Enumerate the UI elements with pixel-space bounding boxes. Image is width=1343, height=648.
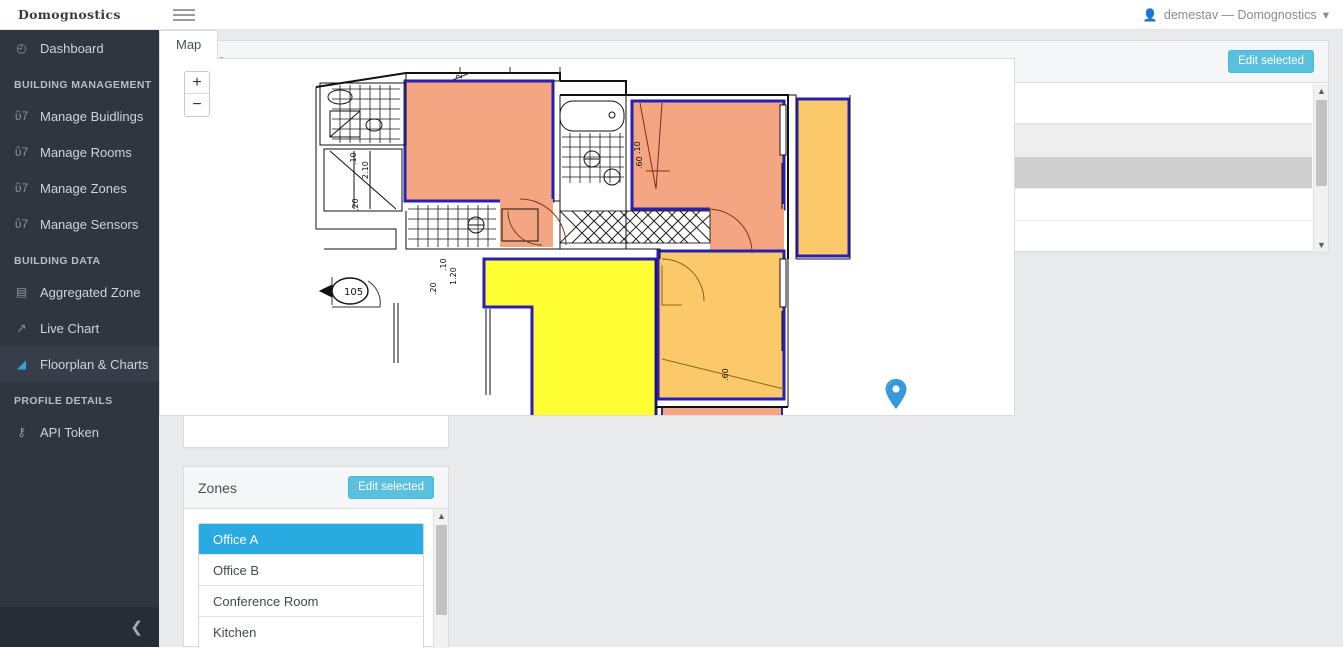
sidebar-item-label: Dashboard [40, 40, 104, 56]
zones-panel-header: Zones Edit selected [184, 467, 448, 509]
zones-item-label: Conference Room [213, 593, 319, 609]
wrench-icon: ὒ7 [14, 145, 29, 159]
svg-text:.60: .60 [721, 368, 730, 381]
sidebar-collapse-button[interactable]: ❮ [0, 607, 159, 647]
svg-text:.10: .10 [439, 258, 448, 271]
sidebar: ◴ Dashboard BUILDING MANAGEMENT ὒ7 Manage Bu… [0, 30, 159, 647]
sidebar-nav: ◴ Dashboard BUILDING MANAGEMENT ὒ7 Manage Bu… [0, 30, 159, 450]
line-chart-icon: ↗ [16, 321, 27, 335]
wrench-icon: ὒ7 [14, 217, 29, 231]
sidebar-item-label: Aggregated Zone [40, 284, 141, 300]
sidebar-item-manage-rooms[interactable]: ὒ7 Manage Rooms [0, 134, 159, 170]
brand-name: Domognostics [18, 7, 121, 22]
sidebar-item-floorplan-charts[interactable]: ◢ Floorplan & Charts [0, 346, 159, 382]
main-content: Buildings SFC03/1PHOEBE Offices Rooms Ma… [159, 30, 1343, 648]
floorplan-svg: 2.10 .10 .20 .10 1.20 .20 2 .60 .10 .60 … [310, 59, 870, 415]
zones-item-label: Office A [213, 531, 259, 547]
zoom-out-button[interactable]: − [185, 94, 209, 116]
zones-edit-selected-button[interactable]: Edit selected [348, 475, 434, 500]
zones-list: Office A Office B Conference Room Kitchen [198, 523, 424, 648]
sidebar-section-header: BUILDING MANAGEMENT [14, 79, 152, 91]
svg-text:2.10: 2.10 [361, 161, 370, 179]
zones-item-label: Kitchen [213, 625, 257, 640]
zoom-in-button[interactable]: + [185, 72, 209, 94]
svg-text:.20: .20 [351, 198, 360, 211]
map-pin-icon[interactable] [885, 379, 907, 409]
hamburger-bar [173, 8, 195, 11]
svg-text:.10: .10 [349, 152, 358, 165]
sidebar-item-label: Manage Rooms [40, 144, 132, 160]
sidebar-item-manage-sensors[interactable]: ὒ7 Manage Sensors [0, 206, 159, 242]
area-chart-icon: ◢ [16, 357, 27, 371]
sidebar-item-live-chart[interactable]: ↗ Live Chart [0, 310, 159, 346]
sidebar-section-header: BUILDING DATA [14, 255, 101, 267]
scroll-up-icon[interactable]: ▲ [1314, 84, 1329, 98]
scroll-down-icon[interactable]: ▼ [1314, 238, 1329, 252]
sidebar-item-label: Manage Zones [40, 180, 127, 196]
zones-scrollbar[interactable]: ▲ [433, 509, 448, 648]
zones-item-label: Office B [213, 562, 260, 578]
chevron-left-icon: ❮ [130, 619, 143, 636]
svg-text:.60: .60 [635, 156, 644, 169]
map-surface[interactable]: + − 2.10 .10 .20 .10 1.20 .20 2 .60 .10 … [159, 58, 1015, 416]
top-bar: Domognostics 👤 demestav — Domognostics ▾ [0, 0, 1343, 30]
sensors-edit-selected-button[interactable]: Edit selected [1228, 49, 1314, 74]
sensors-scroll-thumb[interactable] [1316, 100, 1327, 186]
svg-text:105: 105 [344, 287, 363, 298]
svg-text:.10: .10 [633, 141, 642, 154]
sidebar-item-label: Floorplan & Charts [40, 356, 149, 372]
sidebar-item-manage-zones[interactable]: ὒ7 Manage Zones [0, 170, 159, 206]
sidebar-item-aggregated-zone[interactable]: ▤ Aggregated Zone [0, 274, 159, 310]
sidebar-item-label: Live Chart [40, 320, 100, 336]
map-panel: MapChart + − [159, 30, 1015, 417]
sidebar-section-header: PROFILE DETAILS [14, 395, 113, 407]
list-item[interactable]: Kitchen [199, 617, 423, 648]
brand-logo[interactable]: Domognostics [0, 0, 159, 30]
floorplan-image: 2.10 .10 .20 .10 1.20 .20 2 .60 .10 .60 … [310, 59, 870, 415]
hamburger-icon[interactable] [173, 4, 199, 26]
sidebar-item-label: Manage Sensors [40, 216, 139, 232]
list-item[interactable]: Office B [199, 555, 423, 586]
zones-title: Zones [198, 479, 237, 496]
tab-map[interactable]: Map [159, 30, 219, 59]
wrench-icon: ὒ7 [14, 109, 29, 123]
hamburger-bar [173, 13, 195, 16]
chevron-down-icon: ▾ [1322, 8, 1329, 22]
gauge-icon: ◴ [16, 41, 27, 55]
list-item[interactable]: Office A [199, 524, 423, 555]
zones-panel-body: Office A Office B Conference Room Kitchen ▲ [184, 509, 448, 648]
sidebar-item-manage-buidlings[interactable]: ὒ7 Manage Buidlings [0, 98, 159, 134]
map-zoom-control: + − [184, 71, 210, 117]
sidebar-item-api-token[interactable]: ⚷ API Token [0, 414, 159, 450]
user-icon: 👤 [1142, 7, 1158, 22]
sidebar-item-dashboard[interactable]: ◴ Dashboard [0, 30, 159, 66]
zones-scroll-thumb[interactable] [436, 525, 447, 615]
zones-panel: Zones Edit selected Office A Office B Conf… [183, 466, 449, 648]
list-item[interactable]: Conference Room [199, 586, 423, 617]
sidebar-item-label: API Token [40, 424, 100, 440]
sensors-scrollbar[interactable]: ▲ ▼ [1313, 84, 1328, 252]
hamburger-bar [173, 18, 195, 21]
sidebar-item-label: Manage Buidlings [40, 108, 144, 124]
svg-text:.20: .20 [429, 282, 438, 295]
document-icon: ▤ [15, 285, 28, 299]
wrench-icon: ὒ7 [14, 181, 29, 195]
svg-text:1.20: 1.20 [449, 267, 458, 285]
user-menu[interactable]: 👤 demestav — Domognostics ▾ [1142, 7, 1343, 23]
scroll-up-icon[interactable]: ▲ [434, 509, 448, 523]
user-menu-label: demestav — Domognostics [1163, 7, 1317, 22]
key-icon: ⚷ [17, 425, 26, 439]
